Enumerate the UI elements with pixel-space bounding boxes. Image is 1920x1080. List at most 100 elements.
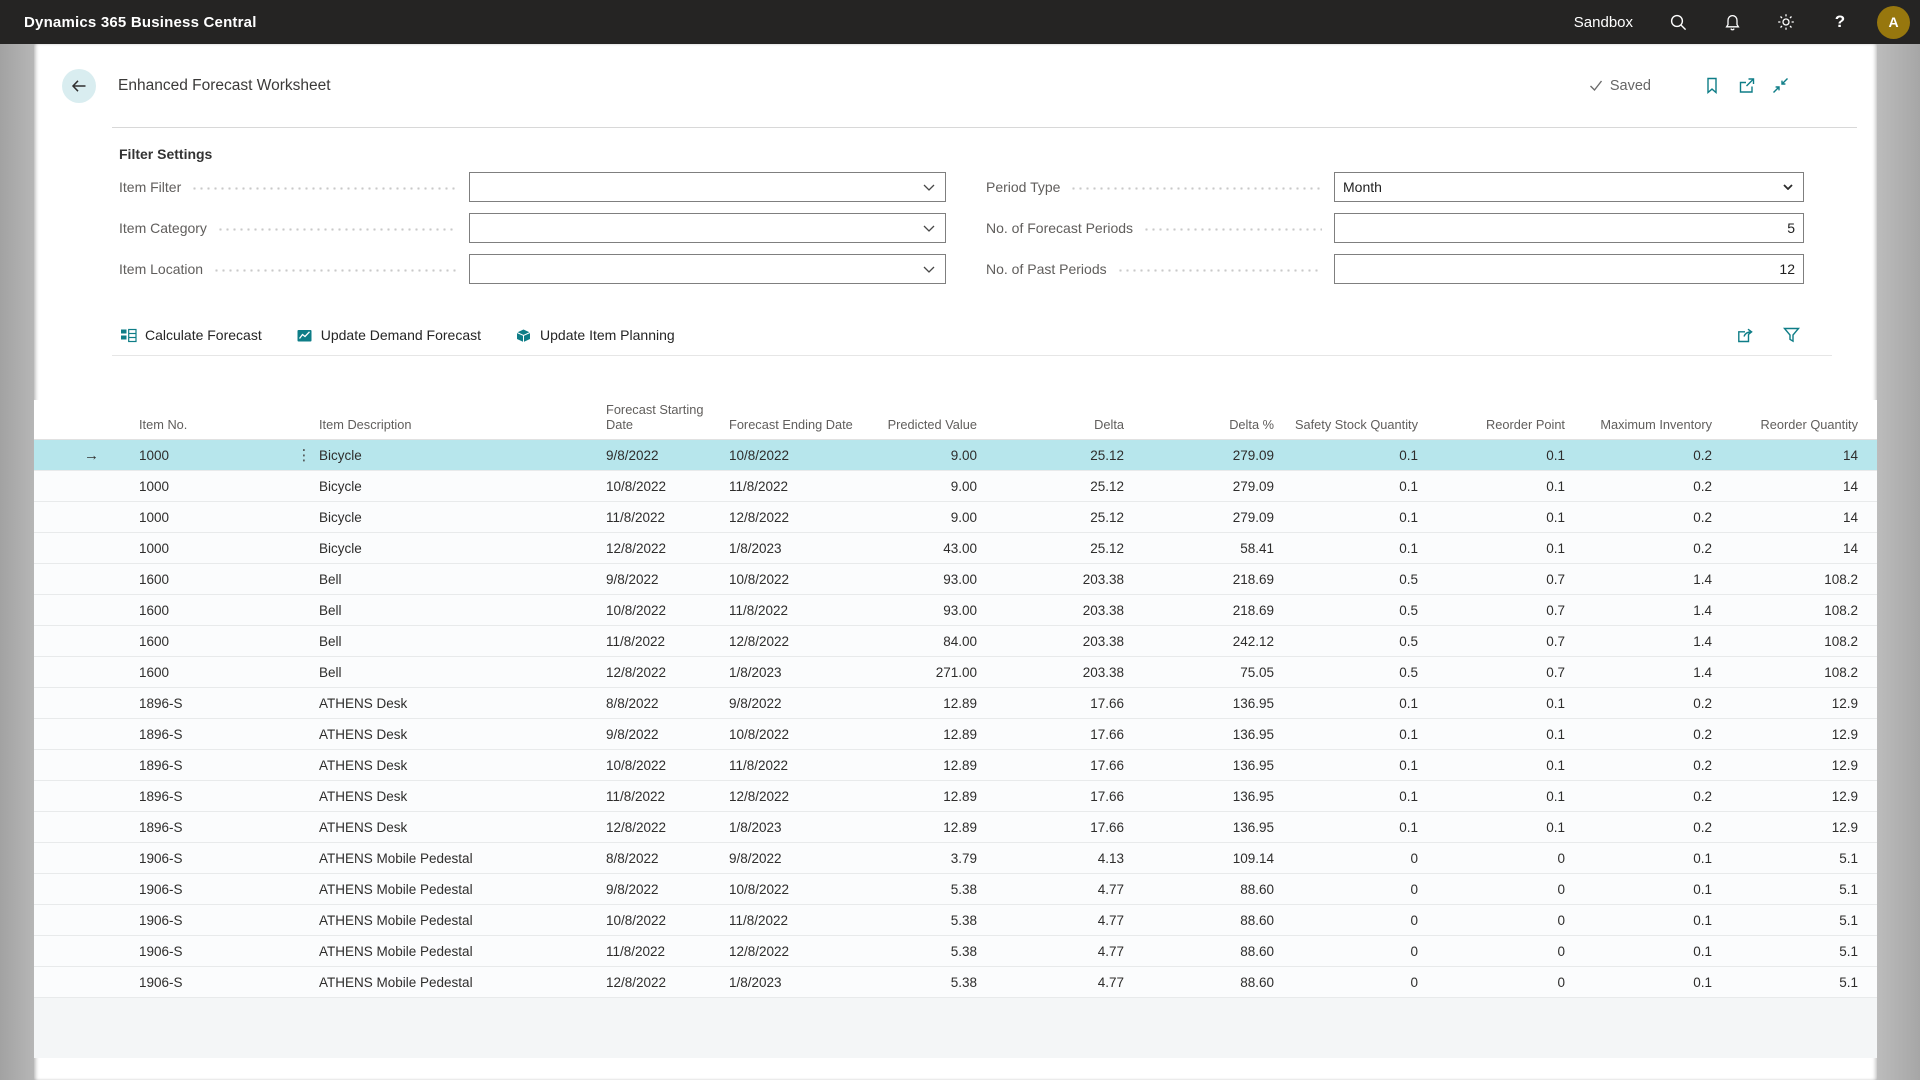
update-item-planning-button[interactable]: Update Item Planning [515, 327, 675, 344]
cell-forecast_ending_date[interactable]: 12/8/2022 [729, 789, 854, 804]
cell-reorder_point[interactable]: 0.1 [1418, 758, 1565, 773]
cell-reorder_point[interactable]: 0.1 [1418, 696, 1565, 711]
cell-item_description[interactable]: ATHENS Mobile Pedestal [319, 851, 594, 866]
cell-reorder_quantity[interactable]: 14 [1712, 448, 1858, 463]
cell-delta[interactable]: 17.66 [977, 727, 1124, 742]
table-row[interactable]: 1906-S ATHENS Mobile Pedestal8/8/20229/8/… [34, 843, 1877, 874]
cell-forecast_starting_date[interactable]: 11/8/2022 [594, 944, 729, 959]
cell-safety_stock_quantity[interactable]: 0.1 [1274, 696, 1418, 711]
cell-maximum_inventory[interactable]: 0.2 [1565, 479, 1712, 494]
update-demand-forecast-button[interactable]: Update Demand Forecast [296, 327, 481, 344]
notifications-bell-icon[interactable] [1705, 0, 1759, 44]
cell-predicted_value[interactable]: 5.38 [854, 913, 977, 928]
cell-forecast_starting_date[interactable]: 8/8/2022 [594, 851, 729, 866]
back-button[interactable] [62, 69, 96, 103]
cell-item_description[interactable]: ATHENS Desk [319, 727, 594, 742]
column-header-reorder_point[interactable]: Reorder Point [1418, 417, 1565, 432]
cell-safety_stock_quantity[interactable]: 0 [1274, 851, 1418, 866]
cell-maximum_inventory[interactable]: 0.1 [1565, 913, 1712, 928]
cell-reorder_point[interactable]: 0 [1418, 944, 1565, 959]
item-category-input[interactable] [470, 214, 923, 242]
cell-maximum_inventory[interactable]: 0.1 [1565, 851, 1712, 866]
table-row[interactable]: 1906-SATHENS Mobile Pedestal9/8/202210/8… [34, 874, 1877, 905]
cell-maximum_inventory[interactable]: 0.2 [1565, 448, 1712, 463]
item-location-input[interactable] [470, 255, 923, 283]
cell-reorder_point[interactable]: 0 [1418, 851, 1565, 866]
settings-gear-icon[interactable] [1759, 0, 1813, 44]
cell-reorder_quantity[interactable]: 108.2 [1712, 665, 1858, 680]
cell-delta[interactable]: 25.12 [977, 541, 1124, 556]
cell-forecast_ending_date[interactable]: 9/8/2022 [729, 851, 854, 866]
cell-delta[interactable]: 17.66 [977, 696, 1124, 711]
cell-safety_stock_quantity[interactable]: 0.1 [1274, 727, 1418, 742]
cell-reorder_quantity[interactable]: 14 [1712, 510, 1858, 525]
cell-maximum_inventory[interactable]: 1.4 [1565, 572, 1712, 587]
cell-delta_pct[interactable]: 136.95 [1124, 758, 1274, 773]
cell-forecast_starting_date[interactable]: 9/8/2022 [594, 572, 729, 587]
cell-reorder_point[interactable]: 0.1 [1418, 820, 1565, 835]
help-icon[interactable]: ? [1813, 0, 1867, 44]
filter-funnel-icon[interactable] [1778, 320, 1804, 350]
cell-safety_stock_quantity[interactable]: 0 [1274, 882, 1418, 897]
cell-predicted_value[interactable]: 93.00 [854, 603, 977, 618]
table-row[interactable]: 1000Bicycle12/8/20221/8/202343.0025.1258… [34, 533, 1877, 564]
cell-predicted_value[interactable]: 12.89 [854, 789, 977, 804]
cell-reorder_point[interactable]: 0 [1418, 913, 1565, 928]
cell-delta[interactable]: 4.77 [977, 975, 1124, 990]
cell-reorder_quantity[interactable]: 5.1 [1712, 913, 1858, 928]
column-header-delta[interactable]: Delta [977, 417, 1124, 432]
cell-forecast_ending_date[interactable]: 12/8/2022 [729, 510, 854, 525]
cell-delta[interactable]: 203.38 [977, 603, 1124, 618]
cell-forecast_starting_date[interactable]: 12/8/2022 [594, 665, 729, 680]
cell-item_no[interactable]: 1600 [139, 603, 289, 618]
cell-predicted_value[interactable]: 93.00 [854, 572, 977, 587]
cell-item_no[interactable]: 1896-S [139, 758, 289, 773]
cell-forecast_ending_date[interactable]: 11/8/2022 [729, 758, 854, 773]
column-header-item_no[interactable]: Item No. [139, 417, 289, 432]
user-avatar[interactable]: A [1877, 6, 1910, 39]
cell-item_description[interactable]: ATHENS Desk [319, 758, 594, 773]
cell-delta[interactable]: 4.77 [977, 913, 1124, 928]
cell-reorder_quantity[interactable]: 12.9 [1712, 789, 1858, 804]
cell-safety_stock_quantity[interactable]: 0.1 [1274, 820, 1418, 835]
cell-item_no[interactable]: 1600 [139, 572, 289, 587]
cell-delta[interactable]: 203.38 [977, 665, 1124, 680]
cell-delta_pct[interactable]: 136.95 [1124, 727, 1274, 742]
cell-delta_pct[interactable]: 136.95 [1124, 696, 1274, 711]
environment-label[interactable]: Sandbox [1574, 14, 1633, 31]
cell-forecast_ending_date[interactable]: 9/8/2022 [729, 696, 854, 711]
bookmark-icon[interactable] [1695, 71, 1729, 101]
column-header-safety_stock_quantity[interactable]: Safety Stock Quantity [1274, 417, 1418, 432]
cell-predicted_value[interactable]: 12.89 [854, 758, 977, 773]
item-category-dropdown[interactable] [469, 213, 946, 243]
cell-forecast_ending_date[interactable]: 1/8/2023 [729, 665, 854, 680]
cell-item_no[interactable]: 1896-S [139, 789, 289, 804]
cell-predicted_value[interactable]: 3.79 [854, 851, 977, 866]
cell-forecast_ending_date[interactable]: 10/8/2022 [729, 448, 854, 463]
cell-forecast_ending_date[interactable]: 1/8/2023 [729, 541, 854, 556]
cell-reorder_quantity[interactable]: 5.1 [1712, 882, 1858, 897]
item-filter-input[interactable] [470, 173, 923, 201]
cell-reorder_point[interactable]: 0 [1418, 975, 1565, 990]
cell-forecast_starting_date[interactable]: 10/8/2022 [594, 603, 729, 618]
cell-delta_pct[interactable]: 279.09 [1124, 510, 1274, 525]
forecast-periods-input[interactable] [1335, 214, 1803, 242]
cell-delta_pct[interactable]: 218.69 [1124, 572, 1274, 587]
cell-delta[interactable]: 25.12 [977, 510, 1124, 525]
cell-item_no[interactable]: 1906-S [139, 851, 289, 866]
cell-forecast_starting_date[interactable]: 9/8/2022 [594, 727, 729, 742]
column-header-reorder_quantity[interactable]: Reorder Quantity [1712, 417, 1858, 432]
cell-maximum_inventory[interactable]: 0.1 [1565, 882, 1712, 897]
table-row[interactable]: 1600Bell12/8/20221/8/2023271.00203.3875.… [34, 657, 1877, 688]
cell-forecast_ending_date[interactable]: 10/8/2022 [729, 727, 854, 742]
cell-reorder_point[interactable]: 0.1 [1418, 448, 1565, 463]
cell-forecast_starting_date[interactable]: 12/8/2022 [594, 975, 729, 990]
table-row[interactable]: 1600Bell9/8/202210/8/202293.00203.38218.… [34, 564, 1877, 595]
cell-item_description[interactable]: Bicycle [319, 510, 594, 525]
cell-item_no[interactable]: 1906-S [139, 944, 289, 959]
cell-item_no[interactable]: 1896-S [139, 727, 289, 742]
cell-forecast_starting_date[interactable]: 11/8/2022 [594, 789, 729, 804]
cell-safety_stock_quantity[interactable]: 0.5 [1274, 634, 1418, 649]
chevron-down-icon[interactable] [1783, 184, 1803, 190]
cell-predicted_value[interactable]: 43.00 [854, 541, 977, 556]
